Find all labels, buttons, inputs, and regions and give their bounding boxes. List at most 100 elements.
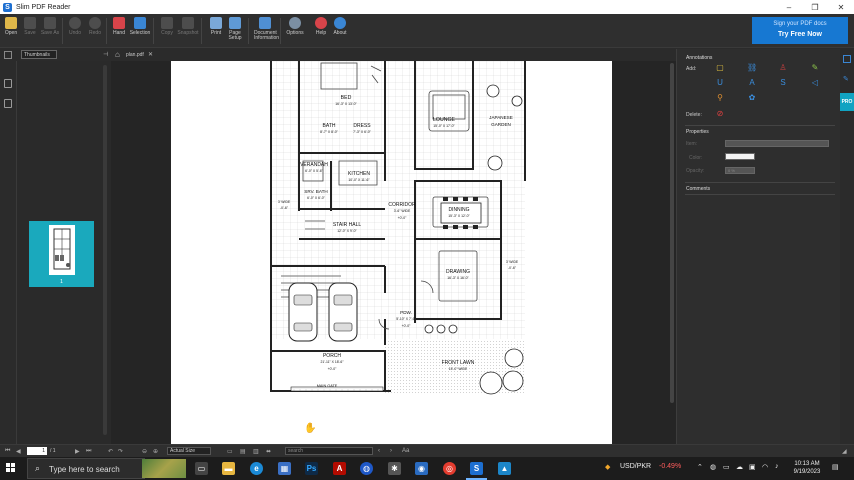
system-clock[interactable]: 10:13 AM 9/19/2023: [790, 460, 824, 476]
page-thumbnail-selected[interactable]: 1: [29, 221, 94, 287]
thumbnail-plan-graphic: [53, 228, 71, 270]
search-next-icon[interactable]: ›: [390, 448, 392, 454]
next-page-icon[interactable]: ▶: [75, 448, 80, 455]
undo-button[interactable]: Undo: [64, 17, 86, 36]
item-select[interactable]: [725, 140, 829, 147]
thumbnail-scrollbar[interactable]: [103, 65, 107, 435]
main-toolbar: Open Save Save As Undo Redo Hand Selecti…: [0, 14, 854, 48]
pin-panel-icon[interactable]: ⊣: [103, 51, 108, 58]
copy-button[interactable]: Copy: [156, 17, 178, 36]
highlighter-icon[interactable]: ✎: [810, 63, 820, 73]
rail-panel-icon[interactable]: [843, 55, 851, 63]
calculator-icon[interactable]: ▦: [278, 462, 291, 475]
notifications-icon[interactable]: ▤: [832, 463, 839, 471]
save-as-button[interactable]: Save As: [39, 17, 61, 36]
show-hidden-icons-chevron-icon[interactable]: ⌃: [697, 463, 703, 471]
underline-icon[interactable]: U: [715, 78, 725, 88]
color-swatch[interactable]: [725, 153, 755, 160]
viewer-scrollbar[interactable]: [670, 63, 674, 403]
selection-tool-button[interactable]: Selection: [129, 17, 151, 36]
fit-width-icon[interactable]: ⬌: [266, 448, 271, 455]
photoshop-icon[interactable]: Ps: [305, 462, 318, 475]
sign-docs-promo-button[interactable]: Sign your PDF docs Try Free Now: [752, 17, 848, 44]
page-setup-button[interactable]: Page Setup: [224, 17, 246, 41]
globe-app-icon[interactable]: ◍: [360, 462, 373, 475]
wifi-icon[interactable]: ◠: [762, 463, 768, 471]
facing-view-icon[interactable]: ▥: [253, 448, 259, 455]
document-information-button[interactable]: Document Information: [254, 17, 279, 41]
stamp-icon[interactable]: ♙: [778, 63, 788, 73]
options-button[interactable]: Options: [284, 17, 306, 36]
signature-icon[interactable]: ✿: [747, 93, 757, 103]
attachment-icon[interactable]: ⚲: [715, 93, 725, 103]
cloud-sync-icon[interactable]: ☁: [736, 463, 743, 471]
resize-grip-icon[interactable]: ◢: [842, 448, 847, 455]
search-options-icon[interactable]: Aa: [402, 448, 409, 454]
redo-button[interactable]: Redo: [84, 17, 106, 36]
panel-mode-select[interactable]: Thumbnails: [21, 50, 57, 59]
current-page-input[interactable]: 1: [27, 447, 47, 455]
network-icon[interactable]: ◍: [710, 463, 716, 471]
toolbar-divider: [248, 18, 249, 44]
text-icon[interactable]: A: [747, 78, 757, 88]
zoom-out-icon[interactable]: ⊖: [142, 448, 147, 455]
pages-icon[interactable]: [4, 99, 12, 108]
meet-now-icon[interactable]: ▣: [749, 463, 756, 471]
previous-page-icon[interactable]: ◀: [16, 448, 21, 455]
close-window-button[interactable]: ✕: [828, 3, 854, 12]
document-viewer[interactable]: BED 16'-3" X 13'-0" LOUNGE 15'-0" X 17'-…: [111, 61, 676, 444]
search-input[interactable]: search: [285, 447, 373, 455]
clock-time: 10:13 AM: [794, 461, 820, 467]
link-icon[interactable]: ⛓: [747, 63, 757, 73]
about-button[interactable]: About: [329, 17, 351, 36]
taskbar-search-box[interactable]: ⌕ Type here to search: [27, 458, 145, 479]
save-button[interactable]: Save: [19, 17, 41, 36]
tab-plan-pdf[interactable]: plan.pdf: [126, 50, 144, 60]
task-view-icon[interactable]: ▭: [195, 462, 208, 475]
currency-ticker-icon: ◆: [605, 464, 611, 471]
camera-app-icon[interactable]: ◉: [415, 462, 428, 475]
minimize-button[interactable]: –: [776, 3, 802, 12]
slim-pdf-taskbar-icon[interactable]: S: [470, 462, 483, 475]
paint-app-icon[interactable]: ✱: [388, 462, 401, 475]
arrow-icon[interactable]: ◁: [810, 78, 820, 88]
strikethrough-icon[interactable]: S: [778, 78, 788, 88]
windows-start-icon[interactable]: [6, 463, 16, 473]
close-tab-button[interactable]: ✕: [148, 50, 153, 60]
plan-note: 3' WIDE: [278, 200, 291, 204]
rail-edit-icon[interactable]: ✎: [843, 75, 849, 83]
continuous-view-icon[interactable]: ▤: [240, 448, 246, 455]
currency-ticker-label[interactable]: USD/PKR: [620, 463, 651, 470]
thumbnail-preview: [49, 225, 75, 275]
file-explorer-icon[interactable]: ▬: [222, 462, 235, 475]
room-dims: 6'-0" X 6'-0": [307, 196, 325, 200]
room-dims: 6'-0" X 5'-6": [305, 169, 323, 173]
panel-layout-icon[interactable]: [4, 51, 12, 59]
hand-tool-button[interactable]: Hand: [108, 17, 130, 36]
pro-badge[interactable]: PRO: [840, 93, 854, 111]
room-label: LOUNGE: [433, 117, 455, 123]
zoom-select[interactable]: Actual Size: [167, 447, 211, 455]
sticky-note-icon[interactable]: ▢: [715, 63, 725, 73]
opacity-field[interactable]: 0 %: [725, 167, 755, 174]
zoom-in-icon[interactable]: ⊕: [153, 448, 158, 455]
last-page-icon[interactable]: ⏭: [86, 448, 91, 455]
bookmarks-icon[interactable]: [4, 79, 12, 88]
first-page-icon[interactable]: ⏮: [5, 448, 10, 455]
chrome-browser-icon[interactable]: ◎: [443, 462, 456, 475]
edge-browser-icon[interactable]: e: [250, 462, 263, 475]
section-divider: [685, 125, 835, 126]
search-previous-icon[interactable]: ‹: [378, 448, 380, 454]
battery-icon[interactable]: ▭: [723, 463, 730, 471]
rotate-right-icon[interactable]: ↷: [118, 448, 123, 455]
home-icon[interactable]: ⌂: [115, 50, 120, 59]
taskbar-search-placeholder: Type here to search: [49, 465, 120, 474]
delete-annotation-icon[interactable]: ⊘: [715, 109, 725, 119]
rotate-left-icon[interactable]: ↶: [108, 448, 113, 455]
snapshot-button[interactable]: Snapshot: [177, 17, 199, 36]
acrobat-icon[interactable]: A: [333, 462, 346, 475]
photos-app-icon[interactable]: ▲: [498, 462, 511, 475]
volume-icon[interactable]: ♪: [775, 463, 779, 470]
single-page-view-icon[interactable]: ▭: [227, 448, 233, 455]
maximize-button[interactable]: ❐: [802, 3, 828, 12]
